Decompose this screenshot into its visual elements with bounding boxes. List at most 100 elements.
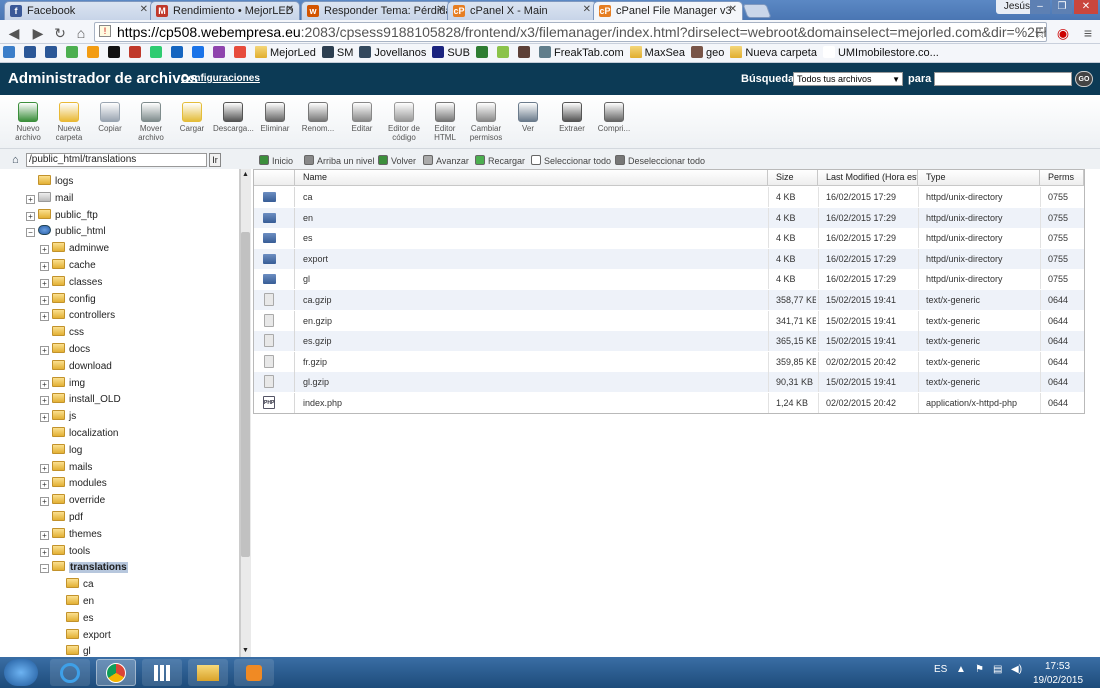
metro-apps-icon[interactable] <box>142 659 182 686</box>
tree-node[interactable]: pdf <box>52 511 83 527</box>
close-tab-icon[interactable]: ✕ <box>729 4 737 15</box>
expand-icon[interactable]: + <box>40 547 49 557</box>
bookmark-item[interactable] <box>515 44 536 62</box>
volume-icon[interactable]: ◀) <box>1011 664 1022 675</box>
tree-node[interactable]: + themes <box>40 527 102 544</box>
tree-node[interactable]: + js <box>40 410 76 426</box>
column-header[interactable]: Name <box>295 170 768 186</box>
home-icon[interactable]: ⌂ <box>73 25 89 41</box>
chrome-icon[interactable] <box>96 659 136 686</box>
expand-icon[interactable]: + <box>40 346 49 355</box>
action-link[interactable]: Avanzar <box>423 155 469 166</box>
go-button[interactable]: GO <box>1075 71 1093 87</box>
folder-tree[interactable]: logs + mail + public_ftp − public_html + adminwe… <box>0 169 240 657</box>
tree-root-icon[interactable]: ⌂ <box>12 154 24 166</box>
bookmark-item[interactable] <box>473 44 494 62</box>
forward-icon[interactable]: ▶ <box>30 25 46 41</box>
bookmark-item[interactable] <box>494 44 515 62</box>
table-row[interactable]: es.gzip 365,15 KB 15/02/2015 19:41 text/x-g… <box>254 331 1084 352</box>
expand-icon[interactable]: + <box>40 396 49 406</box>
bookmark-item[interactable]: geo <box>688 44 727 62</box>
table-row[interactable]: en.gzip 341,71 KB 15/02/2015 19:41 text/x-g… <box>254 310 1084 331</box>
action-link[interactable]: Recargar <box>475 155 525 166</box>
action-link[interactable]: Inicio <box>259 155 293 166</box>
scroll-down-icon[interactable]: ▼ <box>242 647 249 654</box>
expand-icon[interactable]: + <box>40 295 49 305</box>
expand-icon[interactable]: + <box>40 480 49 490</box>
tool-button[interactable]: Renom... <box>298 99 338 133</box>
tree-node[interactable]: + config <box>40 292 96 309</box>
ssl-warning-icon[interactable]: ! <box>99 25 111 37</box>
tree-node[interactable]: + cache <box>40 259 96 275</box>
bookmark-item[interactable] <box>189 44 210 62</box>
tool-button[interactable]: Copiar <box>90 99 130 133</box>
tree-node[interactable]: + mail <box>26 191 73 208</box>
bookmark-item[interactable] <box>105 44 126 62</box>
tree-node[interactable]: download <box>52 359 112 376</box>
bookmark-item[interactable] <box>21 44 42 62</box>
tool-button[interactable]: Descarga... <box>213 99 254 133</box>
column-header[interactable]: Size <box>768 170 818 186</box>
tool-button[interactable]: Ver <box>508 99 548 133</box>
expand-icon[interactable]: + <box>40 463 49 473</box>
bookmark-item[interactable] <box>42 44 63 62</box>
tree-node[interactable]: css <box>52 326 84 342</box>
bookmark-item[interactable] <box>168 44 189 62</box>
tree-node[interactable]: + classes <box>40 275 102 292</box>
bookmark-item[interactable] <box>126 44 147 62</box>
tree-node[interactable]: localization <box>52 427 118 443</box>
tree-node[interactable]: export <box>66 628 111 645</box>
table-row[interactable]: fr.gzip 359,85 KB 02/02/2015 20:42 text/x-g… <box>254 351 1084 372</box>
scroll-up-icon[interactable]: ▲ <box>242 171 249 178</box>
tree-node[interactable]: + public_ftp <box>26 208 98 225</box>
action-link[interactable]: Seleccionar todo <box>531 155 611 166</box>
close-tab-icon[interactable]: ✕ <box>140 4 148 15</box>
browser-tab[interactable]: M Rendimiento • MejorLED ✕ <box>150 1 300 20</box>
tree-node[interactable]: + tools <box>40 544 90 561</box>
tool-button[interactable]: Editor HTML <box>425 99 465 142</box>
reload-icon[interactable]: ↻ <box>52 25 68 41</box>
column-header[interactable]: Type <box>918 170 1040 186</box>
tool-button[interactable]: Compri... <box>594 99 634 133</box>
table-row[interactable]: gl 4 KB 16/02/2015 17:29 httpd/unix-directo… <box>254 269 1084 290</box>
tool-button[interactable]: Nuevo archivo <box>8 99 48 142</box>
close-window-icon[interactable]: ✕ <box>1074 0 1098 14</box>
expand-icon[interactable]: + <box>40 530 49 540</box>
tool-button[interactable]: Mover archivo <box>131 99 171 142</box>
tree-node[interactable]: en <box>66 595 94 611</box>
bookmark-item[interactable]: Jovellanos <box>356 44 429 62</box>
back-icon[interactable]: ◀ <box>6 25 22 41</box>
tool-button[interactable]: Eliminar <box>255 99 295 133</box>
path-input[interactable]: /public_html/translations <box>26 153 207 167</box>
start-button[interactable] <box>4 659 38 686</box>
tool-button[interactable]: Editor de código <box>384 99 424 142</box>
tree-node[interactable]: + controllers <box>40 309 115 325</box>
tree-node[interactable]: − translations <box>40 561 128 577</box>
tree-node[interactable]: logs <box>38 175 73 191</box>
tree-node[interactable]: + docs <box>40 343 90 359</box>
table-row[interactable]: export 4 KB 16/02/2015 17:29 httpd/unix-dir… <box>254 248 1084 269</box>
table-row[interactable]: es 4 KB 16/02/2015 17:29 httpd/unix-directo… <box>254 228 1084 249</box>
column-header[interactable]: Perms <box>1040 170 1084 186</box>
file-explorer-icon[interactable] <box>188 659 228 686</box>
close-tab-icon[interactable]: ✕ <box>286 4 294 15</box>
expand-icon[interactable]: + <box>40 497 49 507</box>
table-row[interactable]: ca 4 KB 16/02/2015 17:29 httpd/unix-directo… <box>254 187 1084 207</box>
bookmark-item[interactable] <box>147 44 168 62</box>
table-row[interactable]: PHP index.php 1,24 KB 02/02/2015 20:42 appli… <box>254 393 1084 413</box>
bookmark-item[interactable]: SUB <box>429 44 473 62</box>
tray-expand-icon[interactable]: ▲ <box>956 664 966 675</box>
browser-tab[interactable]: w Responder Tema: Pérdida ✕ <box>301 1 451 20</box>
tree-node[interactable]: + adminwe <box>40 242 109 258</box>
expand-icon[interactable]: + <box>40 262 49 271</box>
bookmark-item[interactable]: FreakTab.com <box>536 44 627 62</box>
tree-node[interactable]: + modules <box>40 477 107 493</box>
network-icon[interactable]: ▤ <box>993 664 1002 675</box>
close-tab-icon[interactable]: ✕ <box>583 4 591 15</box>
column-header[interactable]: Last Modified (Hora está <box>818 170 918 186</box>
tree-node[interactable]: + override <box>40 494 105 510</box>
expand-icon[interactable]: + <box>40 245 49 255</box>
bookmark-item[interactable]: UMImobilestore.co... <box>820 44 942 62</box>
opera-extension-icon[interactable]: ◉ <box>1055 25 1071 41</box>
table-row[interactable]: en 4 KB 16/02/2015 17:29 httpd/unix-directo… <box>254 207 1084 228</box>
